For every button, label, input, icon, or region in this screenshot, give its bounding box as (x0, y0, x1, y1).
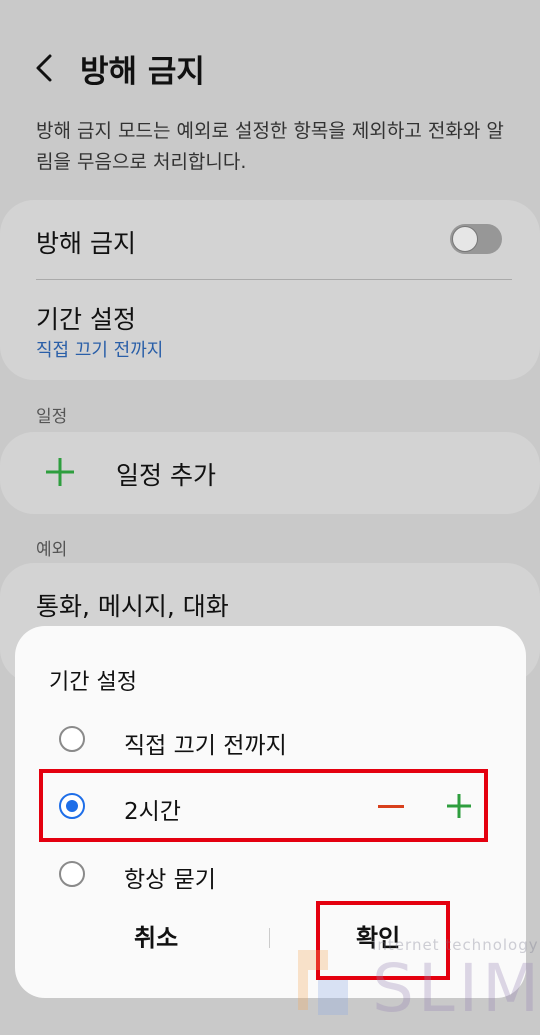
dialog-title: 기간 설정 (49, 670, 137, 695)
app-header: 방해 금지 (0, 0, 540, 130)
cancel-button[interactable]: 취소 (134, 918, 178, 953)
back-arrow-icon[interactable] (28, 48, 62, 88)
annotation-highlight-box (39, 769, 488, 842)
watermark-brand: SLIM (372, 950, 540, 1027)
option-until-off-label[interactable]: 직접 끄기 전까지 (124, 726, 287, 760)
add-icon (46, 458, 74, 486)
radio-always-ask[interactable] (59, 861, 85, 887)
radio-until-off[interactable] (59, 726, 85, 752)
dnd-label: 방해 금지 (36, 229, 136, 258)
divider (36, 279, 512, 280)
page-description: 방해 금지 모드는 예외로 설정한 항목을 제외하고 전화와 알림을 무음으로 … (36, 120, 504, 173)
dnd-toggle[interactable] (450, 224, 502, 254)
watermark-logo-icon (298, 950, 348, 1015)
duration-setting-label[interactable]: 기간 설정 (36, 300, 136, 336)
schedule-section-label: 일정 (36, 407, 68, 427)
toggle-knob (452, 226, 478, 252)
add-schedule-label: 일정 추가 (116, 461, 216, 490)
option-always-ask-label[interactable]: 항상 묻기 (124, 860, 216, 894)
add-schedule-row[interactable] (0, 432, 540, 514)
exceptions-item-label: 통화, 메시지, 대화 (36, 592, 229, 621)
page-title: 방해 금지 (80, 54, 205, 90)
duration-setting-value: 직접 끄기 전까지 (36, 340, 164, 361)
exceptions-section-label: 예외 (36, 540, 68, 560)
button-separator (269, 928, 270, 948)
